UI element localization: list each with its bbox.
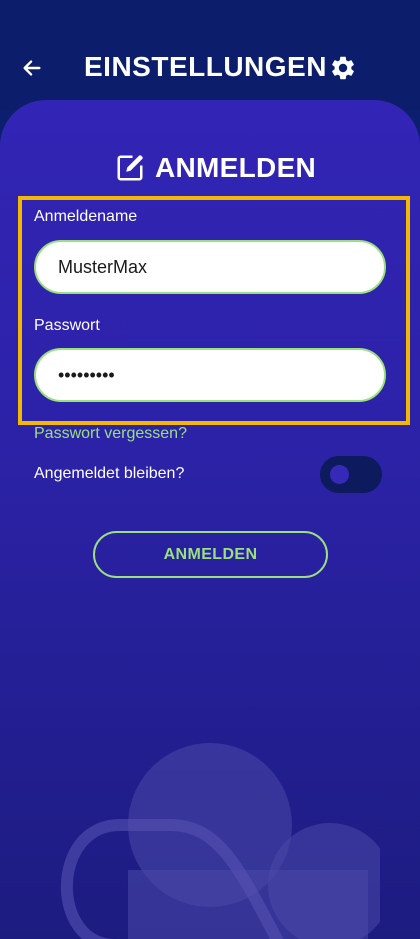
forgot-password-link[interactable]: Passwort vergessen? (34, 425, 187, 443)
arrow-left-icon (23, 60, 41, 76)
login-section-header: ANMELDEN (115, 150, 316, 186)
section-title: ANMELDEN (155, 152, 317, 183)
settings-button[interactable] (325, 50, 361, 86)
password-label: Passwort (34, 317, 100, 334)
back-button[interactable] (14, 50, 50, 86)
remember-me-toggle[interactable] (320, 456, 382, 493)
edit-icon (117, 155, 143, 181)
page-title: EINSTELLUNGEN (84, 51, 327, 82)
gear-icon (332, 56, 354, 80)
username-label: Anmeldename (34, 208, 138, 225)
password-input[interactable] (34, 348, 386, 402)
remember-me-label: Angemeldet bleiben? (34, 465, 185, 482)
cloud-illustration (60, 743, 380, 939)
login-button[interactable]: ANMELDEN (93, 531, 328, 578)
username-input[interactable] (34, 240, 386, 294)
top-bar: EINSTELLUNGEN (0, 0, 420, 110)
toggle-knob (330, 465, 349, 484)
